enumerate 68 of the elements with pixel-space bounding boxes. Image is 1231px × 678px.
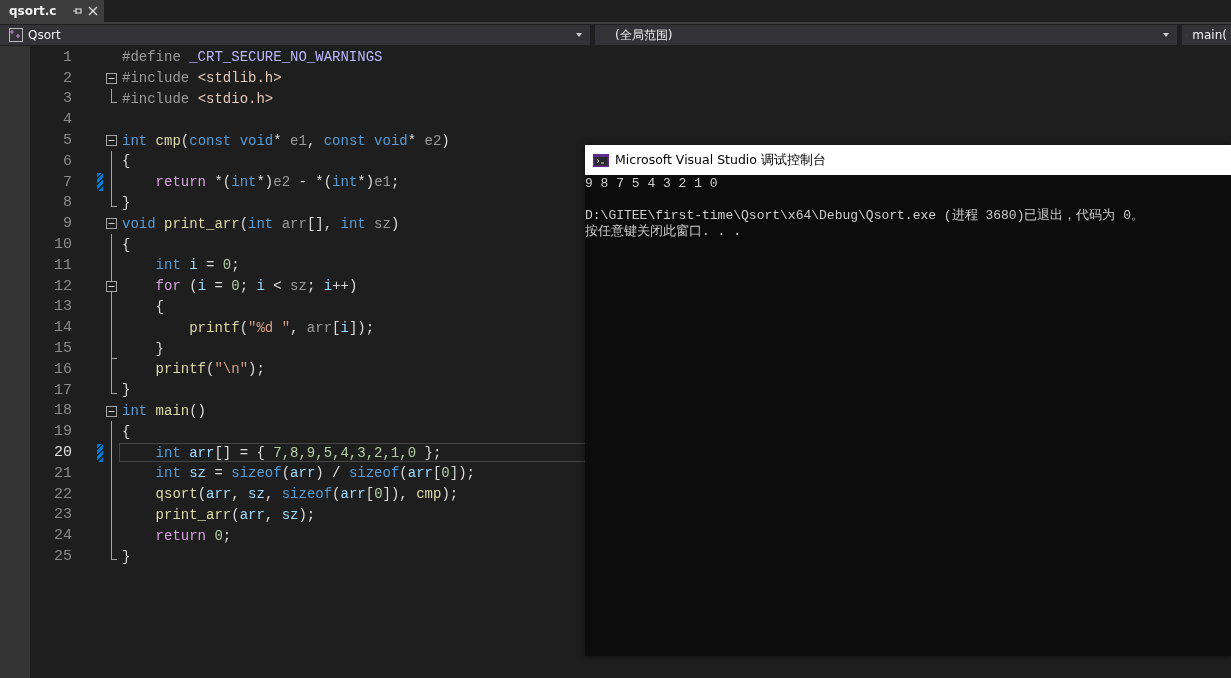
- line-number: 20: [53, 444, 72, 462]
- code-line: #define _CRT_SECURE_NO_WARNINGS: [122, 49, 383, 66]
- code-line: #include <stdio.h>: [122, 91, 274, 107]
- code-line: int i = 0;: [154, 257, 240, 274]
- console-title: Microsoft Visual Studio 调试控制台: [615, 151, 826, 169]
- code-line: return 0;: [154, 527, 232, 544]
- code-line: int sz = sizeof(arr) / sizeof(arr[0]);: [154, 465, 475, 482]
- code-line: }: [154, 340, 164, 357]
- close-icon[interactable]: [88, 6, 99, 16]
- line-number: 16: [53, 360, 72, 378]
- code-line: return *(int*)e2 - *(int*)e1;: [154, 174, 400, 191]
- console-message-line: 按任意键关闭此窗口. . .: [585, 224, 742, 240]
- code-line: printf("%d ", arr[i]);: [188, 319, 375, 336]
- line-number: 8: [62, 194, 72, 212]
- collapse-icon[interactable]: [106, 280, 117, 292]
- line-number: 11: [53, 256, 72, 274]
- line-number: 14: [53, 319, 72, 337]
- line-number: 1: [62, 48, 72, 66]
- line-number: 5: [62, 132, 72, 150]
- code-line: {: [154, 298, 164, 315]
- line-number: 18: [53, 402, 72, 420]
- code-line: void print_arr(int arr[], int sz): [122, 215, 400, 232]
- code-line: int cmp(const void* e1, const void* e2): [122, 132, 450, 149]
- line-number: 23: [53, 506, 72, 524]
- console-message-line: D:\GITEE\first-time\Qsort\x64\Debug\Qsort.exe (进程 3680)已退出，代码为 0。: [585, 208, 1146, 224]
- project-icon: [9, 28, 23, 42]
- code-line: qsort(arr, sz, sizeof(arr[0]), cmp);: [154, 486, 459, 503]
- line-number: 21: [53, 464, 72, 482]
- code-line: {: [122, 423, 131, 440]
- line-number: 4: [62, 111, 72, 129]
- code-line: }: [122, 382, 131, 399]
- line-number: 6: [62, 152, 72, 170]
- line-number: 9: [62, 215, 72, 233]
- file-tab[interactable]: qsort.c: [0, 0, 105, 22]
- console-output-line: 9 8 7 5 4 3 2 1 0: [585, 176, 719, 192]
- code-line: }: [122, 194, 131, 211]
- line-number: 12: [53, 277, 72, 295]
- code-line: printf("\n");: [154, 361, 265, 378]
- project-dropdown[interactable]: Qsort: [0, 25, 590, 45]
- code-line: print_arr(arr, sz);: [154, 506, 316, 523]
- line-number: 7: [62, 173, 72, 191]
- line-number: 15: [53, 340, 72, 358]
- pin-icon[interactable]: [72, 6, 83, 16]
- line-number: 3: [62, 90, 72, 108]
- line-number: 24: [53, 527, 72, 545]
- code-line: {: [122, 236, 131, 253]
- caret-icon: [1163, 33, 1169, 37]
- line-number: 13: [53, 298, 72, 316]
- line-number: 19: [53, 423, 72, 441]
- caret-icon: [576, 33, 582, 37]
- code-line: #include <stdlib.h>: [122, 70, 282, 87]
- code-line: int arr[] = { 7,8,9,5,4,3,2,1,0 };: [154, 444, 442, 461]
- code-line: }: [122, 548, 131, 565]
- collapse-icon[interactable]: [106, 218, 117, 230]
- line-number: 10: [53, 236, 72, 254]
- scope-dropdown[interactable]: (全局范围): [595, 25, 1177, 45]
- member-dropdown[interactable]: main(: [1182, 25, 1231, 45]
- console-icon: [593, 153, 609, 167]
- code-line: int main(): [122, 402, 207, 419]
- code-line: {: [122, 153, 131, 170]
- line-number: 17: [53, 381, 72, 399]
- collapse-icon[interactable]: [106, 135, 117, 147]
- line-number: 25: [53, 548, 72, 565]
- line-number: 2: [62, 69, 72, 87]
- collapse-icon[interactable]: [106, 72, 117, 84]
- code-line: for (i = 0; i < sz; i++): [154, 278, 358, 295]
- collapse-icon[interactable]: [106, 405, 117, 417]
- line-number: 22: [53, 485, 72, 503]
